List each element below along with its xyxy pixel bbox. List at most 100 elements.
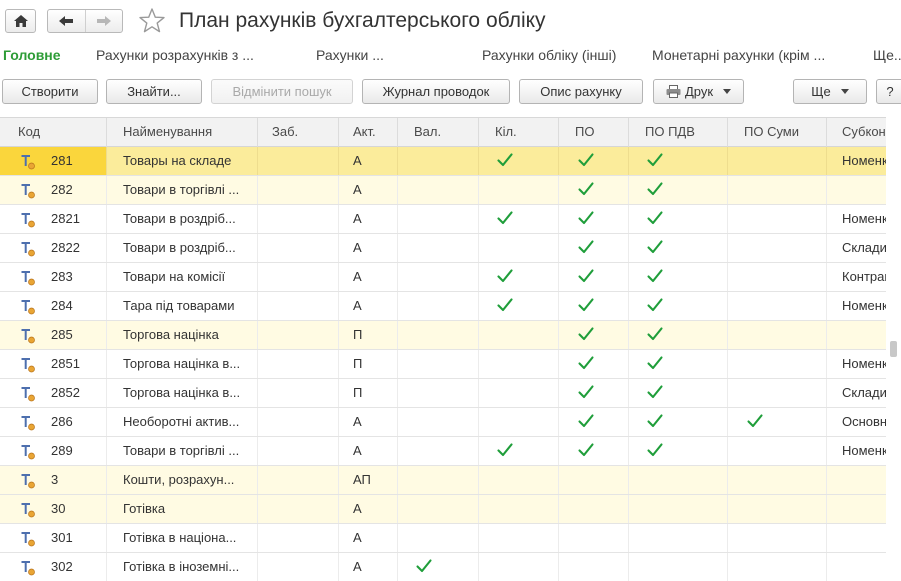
cell-quantity[interactable] (479, 263, 559, 291)
cell-quantity[interactable] (479, 234, 559, 262)
table-row[interactable]: 286 Необоротні актив... А Основн (0, 408, 886, 437)
cell-code[interactable]: 3 (0, 466, 107, 494)
cell-quantity[interactable] (479, 553, 559, 581)
cell-tax-vat[interactable] (629, 263, 728, 291)
star-icon[interactable] (137, 6, 167, 36)
cell-off-balance[interactable] (258, 321, 339, 349)
cell-active[interactable]: А (339, 437, 398, 465)
vertical-scrollbar[interactable] (886, 117, 901, 581)
cell-active[interactable]: А (339, 495, 398, 523)
cell-name[interactable]: Торгова націнка в... (107, 379, 258, 407)
cell-active[interactable]: А (339, 205, 398, 233)
table-row[interactable]: 302 Готівка в іноземні... А (0, 553, 886, 581)
cell-currency[interactable] (398, 147, 479, 175)
back-button[interactable] (48, 10, 85, 32)
cell-tax-sums[interactable] (728, 234, 827, 262)
column-header-tax-sums[interactable]: ПО Суми (728, 118, 827, 147)
print-button[interactable]: Друк (653, 79, 744, 104)
help-button[interactable]: ? (876, 79, 901, 104)
cell-tax[interactable] (559, 466, 629, 494)
section-monetary[interactable]: Монетарні рахунки (крім ... (652, 47, 825, 63)
table-row[interactable]: 2821 Товари в роздріб... А Номенк (0, 205, 886, 234)
cell-code[interactable]: 286 (0, 408, 107, 436)
cell-active[interactable]: А (339, 292, 398, 320)
cell-code[interactable]: 285 (0, 321, 107, 349)
cell-tax-sums[interactable] (728, 147, 827, 175)
cell-tax-vat[interactable] (629, 321, 728, 349)
forward-button[interactable] (84, 10, 122, 32)
cell-active[interactable]: А (339, 408, 398, 436)
cell-off-balance[interactable] (258, 466, 339, 494)
cell-code[interactable]: 283 (0, 263, 107, 291)
cell-tax[interactable] (559, 437, 629, 465)
cell-code[interactable]: 289 (0, 437, 107, 465)
column-header-quantity[interactable]: Кіл. (479, 118, 559, 147)
cell-active[interactable]: АП (339, 466, 398, 494)
column-header-code[interactable]: Код (0, 118, 107, 147)
cell-currency[interactable] (398, 321, 479, 349)
cell-tax-vat[interactable] (629, 408, 728, 436)
cell-tax-vat[interactable] (629, 495, 728, 523)
cell-currency[interactable] (398, 437, 479, 465)
cell-tax-sums[interactable] (728, 176, 827, 204)
cell-quantity[interactable] (479, 205, 559, 233)
column-header-subkonto[interactable]: Субкон (827, 118, 886, 147)
cell-quantity[interactable] (479, 292, 559, 320)
cell-code[interactable]: 2852 (0, 379, 107, 407)
cell-name[interactable]: Товари на комісії (107, 263, 258, 291)
table-row[interactable]: 30 Готівка А (0, 495, 886, 524)
account-description-button[interactable]: Опис рахунку (519, 79, 643, 104)
cell-tax-sums[interactable] (728, 350, 827, 378)
cell-quantity[interactable] (479, 437, 559, 465)
cell-tax[interactable] (559, 205, 629, 233)
cell-name[interactable]: Товари в торгівлі ... (107, 176, 258, 204)
cell-quantity[interactable] (479, 408, 559, 436)
cell-subkonto[interactable] (827, 495, 886, 523)
cell-currency[interactable] (398, 379, 479, 407)
cell-subkonto[interactable]: Номенк (827, 147, 886, 175)
cell-quantity[interactable] (479, 466, 559, 494)
cell-active[interactable]: П (339, 321, 398, 349)
cell-tax[interactable] (559, 147, 629, 175)
cell-code[interactable]: 281 (0, 147, 107, 175)
cell-tax[interactable] (559, 553, 629, 581)
cell-currency[interactable] (398, 408, 479, 436)
cell-tax-sums[interactable] (728, 292, 827, 320)
cell-tax-vat[interactable] (629, 379, 728, 407)
cell-tax-sums[interactable] (728, 263, 827, 291)
cell-code[interactable]: 30 (0, 495, 107, 523)
cell-tax[interactable] (559, 408, 629, 436)
table-row[interactable]: 2852 Торгова націнка в... П Склади (0, 379, 886, 408)
cell-name[interactable]: Товари в торгівлі ... (107, 437, 258, 465)
cell-currency[interactable] (398, 263, 479, 291)
cell-tax-sums[interactable] (728, 553, 827, 581)
cell-subkonto[interactable] (827, 553, 886, 581)
section-settlement[interactable]: Рахунки розрахунків з ... (96, 47, 254, 63)
cell-tax-vat[interactable] (629, 147, 728, 175)
cell-code[interactable]: 282 (0, 176, 107, 204)
cell-quantity[interactable] (479, 379, 559, 407)
cell-subkonto[interactable] (827, 321, 886, 349)
journal-button[interactable]: Журнал проводок (362, 79, 510, 104)
cell-tax[interactable] (559, 234, 629, 262)
cell-tax-sums[interactable] (728, 495, 827, 523)
cell-currency[interactable] (398, 350, 479, 378)
cell-tax-vat[interactable] (629, 176, 728, 204)
cell-off-balance[interactable] (258, 234, 339, 262)
table-row[interactable]: 285 Торгова націнка П (0, 321, 886, 350)
cell-tax[interactable] (559, 379, 629, 407)
section-accounts[interactable]: Рахунки ... (316, 47, 384, 63)
cell-off-balance[interactable] (258, 263, 339, 291)
cell-currency[interactable] (398, 176, 479, 204)
cell-name[interactable]: Торгова націнка в... (107, 350, 258, 378)
cell-quantity[interactable] (479, 524, 559, 552)
cell-name[interactable]: Торгова націнка (107, 321, 258, 349)
cell-tax-sums[interactable] (728, 379, 827, 407)
cell-code[interactable]: 302 (0, 553, 107, 581)
cell-quantity[interactable] (479, 147, 559, 175)
table-row[interactable]: 283 Товари на комісії А Контраг (0, 263, 886, 292)
cell-subkonto[interactable] (827, 176, 886, 204)
cell-active[interactable]: А (339, 524, 398, 552)
cell-subkonto[interactable]: Номенк (827, 350, 886, 378)
cell-name[interactable]: Кошти, розрахун... (107, 466, 258, 494)
